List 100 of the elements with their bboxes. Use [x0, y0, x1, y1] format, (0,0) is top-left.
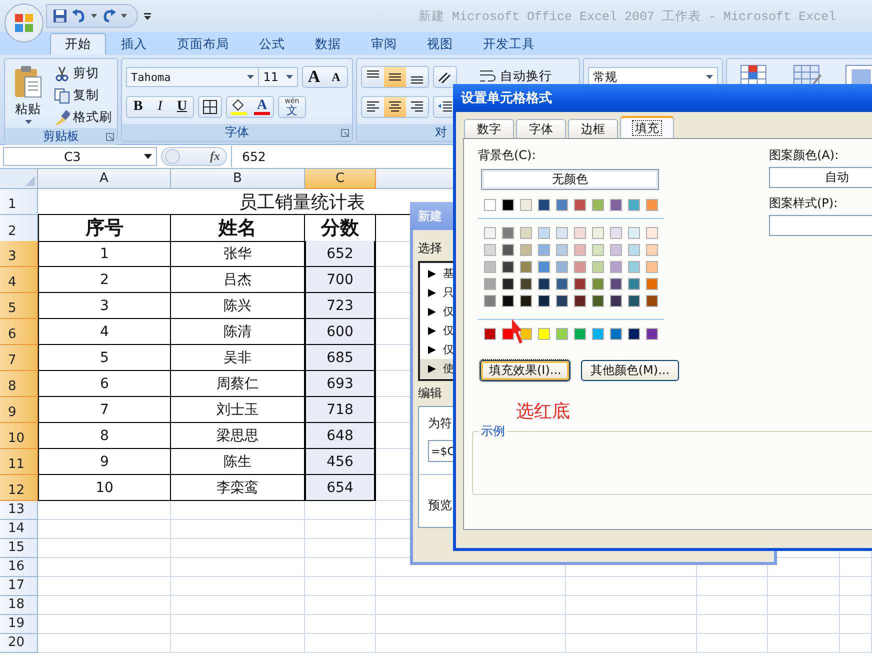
rule-type-item[interactable]: 仅: [420, 340, 746, 359]
column-header[interactable]: C: [305, 169, 376, 189]
row-header[interactable]: 19: [0, 615, 38, 634]
dialog-button[interactable]: 填充效果(I)...: [480, 360, 570, 381]
ribbon-tab[interactable]: 页面布局: [162, 33, 244, 55]
ribbon-tab[interactable]: 审阅: [356, 33, 412, 55]
ribbon-tab[interactable]: 插入: [106, 33, 162, 55]
color-swatch[interactable]: [610, 227, 622, 239]
color-swatch[interactable]: [610, 244, 622, 256]
pattern-color-dropdown[interactable]: 自动: [769, 167, 872, 188]
color-swatch[interactable]: [502, 227, 514, 239]
color-swatch[interactable]: [610, 295, 622, 307]
color-swatch[interactable]: [592, 261, 604, 273]
clipboard-button[interactable]: 复制: [52, 85, 114, 106]
dialog-tab[interactable]: 填充: [620, 116, 674, 138]
color-swatch[interactable]: [574, 227, 586, 239]
color-swatch[interactable]: [592, 295, 604, 307]
color-swatch[interactable]: [484, 244, 496, 256]
font-style-button[interactable]: I: [149, 97, 171, 117]
color-swatch[interactable]: [520, 199, 532, 211]
color-swatch[interactable]: [520, 278, 532, 290]
shrink-font-button[interactable]: A: [325, 67, 347, 87]
row-header[interactable]: 16: [0, 558, 38, 577]
color-swatch[interactable]: [538, 295, 550, 307]
vertical-align-button[interactable]: [384, 67, 406, 87]
row-header[interactable]: 14: [0, 520, 38, 539]
font-style-button[interactable]: B: [127, 97, 149, 117]
color-swatch[interactable]: [628, 244, 640, 256]
color-swatch[interactable]: [610, 261, 622, 273]
color-swatch[interactable]: [574, 199, 586, 211]
color-swatch[interactable]: [484, 199, 496, 211]
color-swatch[interactable]: [556, 227, 568, 239]
row-header[interactable]: 8: [0, 371, 38, 397]
color-swatch[interactable]: [646, 328, 658, 340]
color-swatch[interactable]: [592, 328, 604, 340]
dialog-button[interactable]: 其他颜色(M)...: [581, 360, 679, 381]
font-style-button[interactable]: U: [171, 97, 193, 117]
color-swatch[interactable]: [538, 199, 550, 211]
color-swatch[interactable]: [592, 199, 604, 211]
paste-button[interactable]: 粘贴: [8, 63, 48, 128]
color-swatch[interactable]: [646, 295, 658, 307]
row-header[interactable]: 6: [0, 319, 38, 345]
color-swatch[interactable]: [646, 261, 658, 273]
color-swatch[interactable]: [592, 244, 604, 256]
ribbon-tab[interactable]: 公式: [244, 33, 300, 55]
dialog-tab[interactable]: 数字: [464, 119, 514, 138]
color-swatch[interactable]: [556, 278, 568, 290]
row-header[interactable]: 9: [0, 397, 38, 423]
color-swatch[interactable]: [574, 328, 586, 340]
row-header[interactable]: 7: [0, 345, 38, 371]
color-swatch[interactable]: [538, 278, 550, 290]
color-swatch[interactable]: [628, 295, 640, 307]
color-swatch[interactable]: [592, 278, 604, 290]
row-header[interactable]: 11: [0, 449, 38, 475]
horizontal-align-button[interactable]: [384, 97, 406, 117]
rule-type-item[interactable]: 仅: [420, 321, 746, 340]
row-header[interactable]: 17: [0, 577, 38, 596]
color-swatch[interactable]: [556, 199, 568, 211]
color-swatch[interactable]: [538, 261, 550, 273]
color-swatch[interactable]: [646, 278, 658, 290]
color-swatch[interactable]: [646, 227, 658, 239]
color-swatch[interactable]: [538, 227, 550, 239]
color-swatch[interactable]: [484, 261, 496, 273]
color-swatch[interactable]: [502, 328, 514, 340]
color-swatch[interactable]: [592, 227, 604, 239]
color-swatch[interactable]: [628, 261, 640, 273]
undo-icon[interactable]: [71, 9, 87, 23]
row-header[interactable]: 4: [0, 267, 38, 293]
color-swatch[interactable]: [628, 328, 640, 340]
color-swatch[interactable]: [628, 278, 640, 290]
column-header[interactable]: B: [171, 169, 305, 189]
rule-type-item[interactable]: 只: [420, 283, 746, 302]
row-header[interactable]: 13: [0, 501, 38, 520]
pattern-style-dropdown[interactable]: [769, 215, 872, 236]
color-swatch[interactable]: [520, 227, 532, 239]
color-swatch[interactable]: [502, 295, 514, 307]
color-swatch[interactable]: [502, 199, 514, 211]
ribbon-tab[interactable]: 视图: [412, 33, 468, 55]
save-icon[interactable]: [53, 9, 67, 23]
color-swatch[interactable]: [574, 278, 586, 290]
color-swatch[interactable]: [484, 295, 496, 307]
ribbon-tab[interactable]: 开始: [50, 33, 106, 55]
clipboard-button[interactable]: 格式刷: [52, 107, 114, 128]
color-swatch[interactable]: [574, 295, 586, 307]
color-swatch[interactable]: [538, 328, 550, 340]
color-swatch[interactable]: [646, 244, 658, 256]
color-swatch[interactable]: [502, 244, 514, 256]
dialog-launcher-icon[interactable]: [341, 129, 349, 137]
dialog-tab[interactable]: 字体: [516, 119, 566, 138]
redo-icon[interactable]: [101, 9, 117, 23]
color-swatch[interactable]: [646, 199, 658, 211]
color-swatch[interactable]: [610, 278, 622, 290]
color-swatch[interactable]: [484, 227, 496, 239]
row-header[interactable]: 5: [0, 293, 38, 319]
color-swatch[interactable]: [520, 244, 532, 256]
color-swatch[interactable]: [520, 295, 532, 307]
orientation-button[interactable]: [433, 66, 457, 88]
caret-icon[interactable]: [91, 14, 97, 18]
dialog-tab[interactable]: 边框: [568, 119, 618, 138]
row-header[interactable]: 3: [0, 241, 38, 267]
